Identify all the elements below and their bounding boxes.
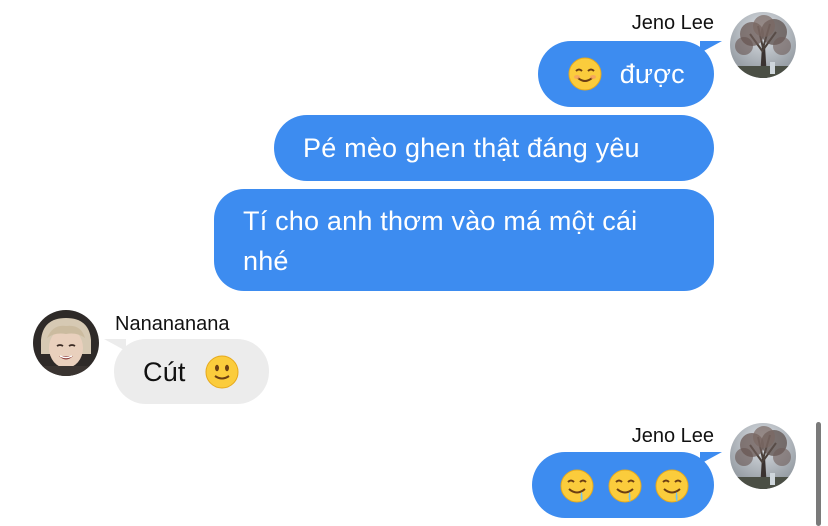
scrollbar[interactable] bbox=[816, 422, 821, 526]
message-text: Cút bbox=[143, 357, 186, 387]
drooling-face-icon bbox=[655, 469, 689, 503]
message-text: Tí cho anh thơm vào má một cái bbox=[243, 206, 638, 236]
message-bubble[interactable]: được bbox=[538, 41, 714, 107]
message-bubble[interactable]: Tí cho anh thơm vào má một cái nhé bbox=[214, 189, 714, 291]
avatar[interactable] bbox=[730, 423, 796, 489]
drooling-face-icon bbox=[560, 469, 594, 503]
bubble-tail bbox=[700, 41, 722, 53]
sender-name: Jeno Lee bbox=[631, 425, 714, 447]
message-bubble[interactable]: Cút bbox=[114, 339, 269, 404]
chat-thread: Jeno Lee được Pé mèo ghen thật đáng yêu … bbox=[0, 0, 828, 526]
message-text: nhé bbox=[243, 246, 289, 276]
sender-name: Nanananana bbox=[115, 313, 230, 335]
sender-name: Jeno Lee bbox=[631, 12, 714, 34]
bubble-tail bbox=[104, 339, 126, 351]
message-text: Pé mèo ghen thật đáng yêu bbox=[303, 133, 640, 163]
message-bubble[interactable]: Pé mèo ghen thật đáng yêu bbox=[274, 115, 714, 181]
message-text: được bbox=[619, 59, 685, 89]
avatar[interactable] bbox=[730, 12, 796, 78]
smiling-face-icon bbox=[568, 57, 602, 91]
slightly-smiling-face-icon bbox=[205, 355, 239, 389]
message-bubble[interactable] bbox=[532, 452, 714, 518]
bubble-tail bbox=[700, 452, 722, 464]
avatar[interactable] bbox=[33, 310, 99, 376]
drooling-face-icon bbox=[608, 469, 642, 503]
